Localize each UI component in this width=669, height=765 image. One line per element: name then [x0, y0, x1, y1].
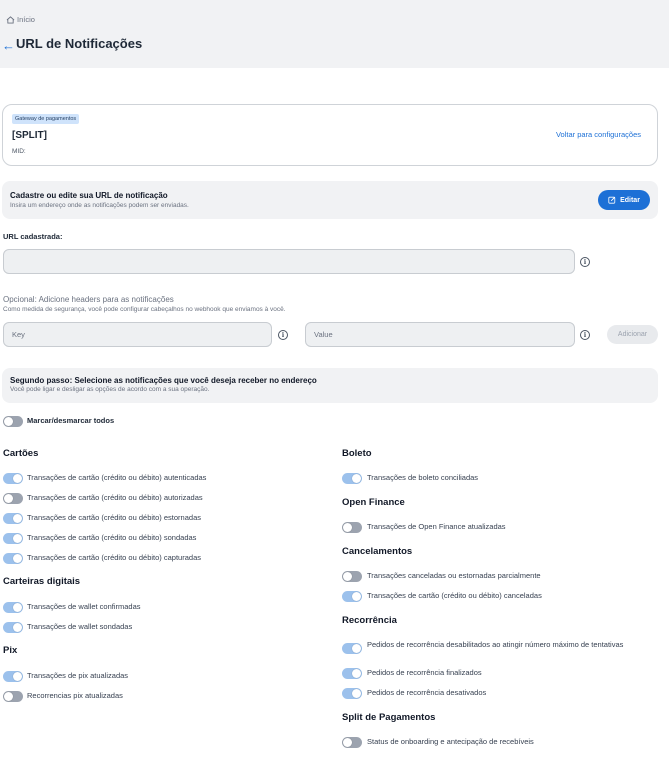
toggle-switch[interactable] — [3, 493, 23, 504]
toggle-label: Transações de cartão (crédito ou débito)… — [27, 533, 197, 542]
register-panel: Cadastre ou edite sua URL de notificação… — [2, 181, 658, 219]
breadcrumb[interactable]: Início — [6, 15, 35, 24]
home-icon — [6, 15, 15, 24]
toggle-switch[interactable] — [342, 737, 362, 748]
add-header-button[interactable]: Adicionar — [607, 325, 658, 344]
toggle-label: Status de onboarding e antecipação de re… — [367, 737, 534, 746]
toggle-switch[interactable] — [342, 591, 362, 602]
section-title-cancelamentos: Cancelamentos — [342, 546, 413, 557]
toggle-switch[interactable] — [3, 691, 23, 702]
register-subtitle: Insira um endereço onde as notificações … — [10, 202, 189, 209]
gateway-name: [SPLIT] — [12, 130, 47, 141]
toggle-knob — [13, 623, 22, 632]
toggle-switch[interactable] — [3, 602, 23, 613]
toggle-label: Transações de wallet confirmadas — [27, 602, 141, 611]
toggle-label: Pedidos de recorrência desativados — [367, 688, 487, 697]
toggle-switch[interactable] — [342, 688, 362, 699]
toggle-switch[interactable] — [342, 522, 362, 533]
toggle-knob — [13, 534, 22, 543]
toggle-knob — [13, 514, 22, 523]
url-label: URL cadastrada: — [3, 232, 63, 241]
toggle-switch[interactable] — [3, 473, 23, 484]
toggle-label: Transações de cartão (crédito ou débito)… — [27, 473, 207, 482]
toggle-switch[interactable] — [342, 473, 362, 484]
toggle-label: Pedidos de recorrência finalizados — [367, 668, 482, 677]
toggle-label: Transações de cartão (crédito ou débito)… — [27, 493, 203, 502]
edit-button-label: Editar — [620, 196, 640, 204]
toggle-switch[interactable] — [3, 553, 23, 564]
gateway-mid: MID: — [12, 148, 26, 155]
section-title-recorrencia: Recorrência — [342, 615, 397, 626]
url-input[interactable] — [3, 249, 575, 274]
headers-title: Opcional: Adicione headers para as notif… — [3, 295, 174, 304]
toggle-all-label: Marcar/desmarcar todos — [27, 416, 115, 425]
toggle-label: Transações de cartão (crédito ou débito)… — [27, 553, 201, 562]
toggle-label: Transações de wallet sondadas — [27, 622, 133, 631]
edit-button[interactable]: Editar — [598, 190, 650, 210]
toggle-label: Recorrencias pix atualizadas — [27, 691, 123, 700]
gateway-card: Gateway de pagamentos [SPLIT] MID: Volta… — [2, 104, 658, 166]
toggle-switch[interactable] — [3, 671, 23, 682]
toggle-knob — [13, 554, 22, 563]
toggle-all-switch[interactable] — [3, 416, 23, 427]
toggle-knob — [13, 603, 22, 612]
toggle-knob — [4, 494, 13, 503]
arrow-left-icon[interactable]: ← — [2, 38, 15, 53]
section-title-boleto: Boleto — [342, 448, 372, 459]
toggle-knob — [13, 672, 22, 681]
section-title-carteiras: Carteiras digitais — [3, 576, 81, 587]
info-icon[interactable]: i — [580, 257, 590, 267]
edit-icon — [608, 196, 616, 204]
toggle-knob — [352, 644, 361, 653]
toggle-knob — [4, 692, 13, 701]
step2-title: Segundo passo: Selecione as notificações… — [10, 376, 317, 385]
toggle-label: Transações de Open Finance atualizadas — [367, 522, 506, 531]
toggle-knob — [343, 738, 352, 747]
toggle-label: Transações de cartão (crédito ou débito)… — [27, 513, 201, 522]
toggle-knob — [343, 572, 352, 581]
toggle-label: Transações de cartão (crédito ou débito)… — [367, 591, 542, 600]
section-title-open-finance: Open Finance — [342, 497, 405, 508]
info-icon[interactable]: i — [278, 330, 288, 340]
header-key-input[interactable]: Key — [3, 322, 272, 347]
toggle-knob — [4, 417, 13, 426]
back-to-settings-link[interactable]: Voltar para configurações — [556, 130, 641, 139]
step2-panel: Segundo passo: Selecione as notificações… — [2, 368, 658, 403]
register-title: Cadastre ou edite sua URL de notificação — [10, 191, 168, 200]
toggle-switch[interactable] — [342, 668, 362, 679]
info-icon[interactable]: i — [580, 330, 590, 340]
header-value-input[interactable]: Value — [305, 322, 575, 347]
page-header: Início ← URL de Notificações — [0, 0, 669, 68]
toggle-label: Transações canceladas ou estornadas parc… — [367, 571, 541, 580]
section-title-split: Split de Pagamentos — [342, 712, 436, 723]
section-title-pix: Pix — [3, 645, 18, 656]
section-title-cartoes: Cartões — [3, 448, 39, 459]
toggle-switch[interactable] — [3, 533, 23, 544]
toggle-label: Transações de boleto conciliadas — [367, 473, 479, 482]
step2-subtitle: Você pode ligar e desligar as opções de … — [10, 386, 210, 393]
headers-subtitle: Como medida de segurança, você pode conf… — [3, 306, 286, 313]
toggle-switch[interactable] — [342, 571, 362, 582]
toggle-knob — [13, 474, 22, 483]
toggle-switch[interactable] — [3, 622, 23, 633]
breadcrumb-home[interactable]: Início — [17, 15, 35, 24]
toggle-label: Transações de pix atualizadas — [27, 671, 129, 680]
toggle-knob — [352, 592, 361, 601]
page-title: URL de Notificações — [16, 36, 143, 51]
toggle-knob — [352, 689, 361, 698]
toggle-switch[interactable] — [3, 513, 23, 524]
toggle-label: Pedidos de recorrência desabilitados ao … — [367, 640, 624, 649]
toggle-knob — [352, 669, 361, 678]
toggle-knob — [343, 523, 352, 532]
toggle-switch[interactable] — [342, 643, 362, 654]
toggle-knob — [352, 474, 361, 483]
gateway-badge: Gateway de pagamentos — [12, 114, 80, 124]
